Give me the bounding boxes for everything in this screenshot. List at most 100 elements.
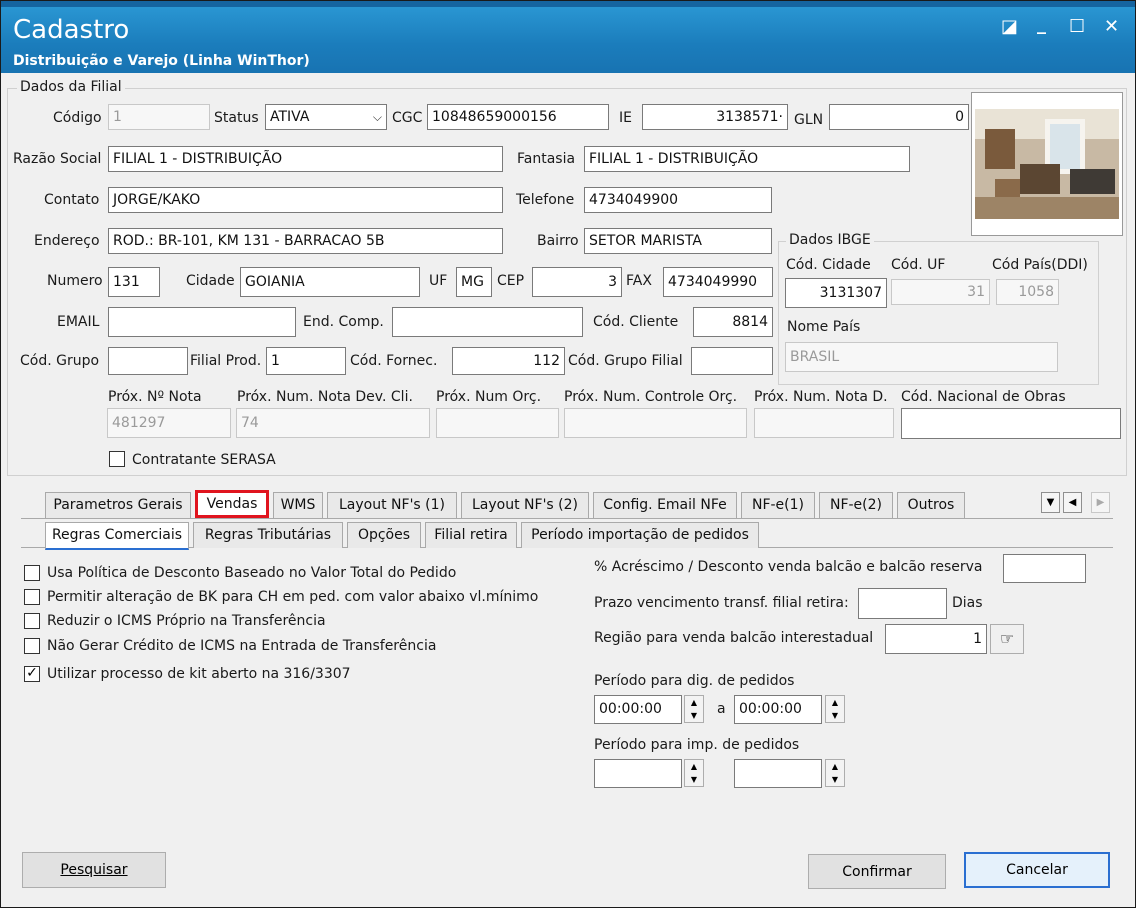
prox-controle-orc-field[interactable]: [564, 408, 747, 438]
cod-grupo-field[interactable]: [108, 347, 188, 375]
subtab-periodo-importacao[interactable]: Período importação de pedidos: [521, 522, 759, 548]
uf-field[interactable]: MG: [456, 267, 492, 297]
contratante-serasa-checkbox[interactable]: [109, 451, 125, 467]
email-field[interactable]: [108, 307, 296, 337]
tab-layout-nfs-2[interactable]: Layout NF's (2): [461, 492, 589, 518]
spin-up-icon[interactable]: ▲: [685, 696, 703, 709]
cidade-field[interactable]: GOIANIA: [240, 267, 420, 297]
usa-politica-desconto-checkbox[interactable]: [24, 565, 40, 581]
gln-field[interactable]: 0: [829, 104, 969, 130]
codigo-field[interactable]: 1: [108, 104, 210, 130]
status-select[interactable]: ATIVA ⌵: [265, 104, 387, 130]
telefone-field[interactable]: 4734049900: [584, 187, 772, 213]
gln-label: GLN: [794, 112, 824, 128]
periodo-dig-de-field[interactable]: 00:00:00: [594, 695, 682, 724]
pointing-hand-icon[interactable]: ☞: [990, 624, 1024, 654]
tab-nfe-1[interactable]: NF-e(1): [741, 492, 815, 518]
prox-nota-field[interactable]: 481297: [107, 408, 231, 438]
cod-pais-field[interactable]: 1058: [996, 279, 1059, 305]
tab-layout-nfs-1[interactable]: Layout NF's (1): [327, 492, 457, 518]
bairro-field[interactable]: SETOR MARISTA: [584, 228, 772, 254]
spin-down-icon[interactable]: ▼: [685, 773, 703, 786]
maximize-button[interactable]: ☐: [1069, 17, 1085, 37]
tab-scroll-right-icon[interactable]: ▶: [1091, 492, 1110, 513]
spin-up-icon[interactable]: ▲: [826, 696, 844, 709]
fantasia-field[interactable]: FILIAL 1 - DISTRIBUIÇÃO: [584, 146, 910, 172]
permitir-alteracao-bk-checkbox[interactable]: [24, 589, 40, 605]
title-bar: Cadastro Distribuição e Varejo (Linha Wi…: [1, 1, 1135, 73]
subtab-regras-tributarias[interactable]: Regras Tributárias: [193, 522, 343, 548]
filial-prod-field[interactable]: 1: [266, 347, 346, 375]
fax-field[interactable]: 4734049990: [663, 267, 773, 297]
cod-cliente-label: Cód. Cliente: [593, 314, 679, 330]
nome-pais-field[interactable]: BRASIL: [785, 342, 1058, 372]
telefone-label: Telefone: [516, 192, 575, 208]
tab-nfe-2[interactable]: NF-e(2): [819, 492, 893, 518]
periodo-dig-ate-spinner[interactable]: ▲ ▼: [825, 695, 845, 723]
regiao-field[interactable]: 1: [885, 624, 987, 654]
cancelar-button[interactable]: Cancelar: [964, 852, 1110, 888]
acrescimo-field[interactable]: [1003, 554, 1086, 583]
cep-field[interactable]: 3: [532, 267, 622, 297]
periodo-imp-de-spinner[interactable]: ▲ ▼: [684, 759, 704, 787]
numero-field[interactable]: 131: [108, 267, 160, 297]
pesquisar-button[interactable]: Pesquisar: [22, 852, 166, 888]
fantasia-label: Fantasia: [517, 151, 576, 167]
tab-outros[interactable]: Outros: [897, 492, 965, 518]
periodo-imp-ate-field[interactable]: [734, 759, 822, 788]
spin-up-icon[interactable]: ▲: [685, 760, 703, 773]
minimize-button[interactable]: _: [1037, 15, 1046, 35]
spin-down-icon[interactable]: ▼: [826, 773, 844, 786]
endereco-field[interactable]: ROD.: BR-101, KM 131 - BARRACAO 5B: [108, 228, 503, 254]
tab-config-email-nfe[interactable]: Config. Email NFe: [593, 492, 737, 518]
subtab-filial-retira[interactable]: Filial retira: [425, 522, 517, 548]
cgc-field[interactable]: 10848659000156: [427, 104, 609, 130]
end-comp-field[interactable]: [392, 307, 583, 337]
cod-fornec-field[interactable]: 112: [452, 347, 565, 375]
close-button[interactable]: ✕: [1104, 17, 1119, 37]
spin-down-icon[interactable]: ▼: [685, 709, 703, 722]
pesquisar-label: Pesquisar: [60, 862, 128, 878]
periodo-dig-ate-field[interactable]: 00:00:00: [734, 695, 822, 724]
tab-wms[interactable]: WMS: [273, 492, 323, 518]
prazo-field[interactable]: [858, 588, 947, 619]
cod-nacional-obras-field[interactable]: [901, 408, 1121, 439]
spin-down-icon[interactable]: ▼: [826, 709, 844, 722]
cod-grupo-filial-label: Cód. Grupo Filial: [568, 353, 683, 369]
kit-aberto-label: Utilizar processo de kit aberto na 316/3…: [47, 666, 351, 682]
cod-pais-label: Cód País(DDI): [992, 257, 1088, 273]
tab-scroll-left-icon[interactable]: ◀: [1063, 492, 1082, 513]
subtab-regras-comerciais[interactable]: Regras Comerciais: [45, 522, 189, 550]
cod-uf-label: Cód. UF: [891, 257, 946, 273]
spin-up-icon[interactable]: ▲: [826, 760, 844, 773]
restore-icon[interactable]: ◪: [1001, 17, 1018, 37]
contato-field[interactable]: JORGE/KAKO: [108, 187, 503, 213]
cod-cliente-field[interactable]: 8814: [693, 307, 773, 337]
reduzir-icms-checkbox[interactable]: [24, 613, 40, 629]
dados-ibge-title: Dados IBGE: [786, 232, 874, 248]
ie-field[interactable]: 3138571·: [642, 104, 788, 130]
prox-nota-dev-field[interactable]: 74: [236, 408, 430, 438]
cod-uf-field[interactable]: 31: [891, 279, 990, 305]
cadastro-window: Cadastro Distribuição e Varejo (Linha Wi…: [0, 0, 1136, 908]
prox-nota-d-field[interactable]: [754, 408, 894, 438]
razao-social-label: Razão Social: [13, 151, 102, 167]
cod-cidade-field[interactable]: 3131307: [785, 278, 887, 308]
periodo-imp-ate-spinner[interactable]: ▲ ▼: [825, 759, 845, 787]
tab-menu-icon[interactable]: ▼: [1041, 492, 1060, 513]
periodo-dig-de-spinner[interactable]: ▲ ▼: [684, 695, 704, 723]
status-label: Status: [214, 110, 259, 126]
nao-gerar-credito-checkbox[interactable]: [24, 638, 40, 654]
subtab-opcoes[interactable]: Opções: [347, 522, 421, 548]
periodo-imp-de-field[interactable]: [594, 759, 682, 788]
cod-grupo-filial-field[interactable]: [691, 347, 773, 375]
prox-orc-field[interactable]: [436, 408, 559, 438]
confirmar-button[interactable]: Confirmar: [808, 854, 946, 889]
acrescimo-label: % Acréscimo / Desconto venda balcão e ba…: [594, 559, 983, 575]
tab-parametros-gerais[interactable]: Parametros Gerais: [45, 492, 191, 518]
filial-photo[interactable]: [971, 92, 1123, 236]
tab-vendas[interactable]: Vendas: [195, 490, 269, 518]
kit-aberto-checkbox[interactable]: ✓: [24, 666, 40, 682]
tabs-baseline: [21, 518, 1113, 519]
razao-social-field[interactable]: FILIAL 1 - DISTRIBUIÇÃO: [108, 146, 503, 172]
